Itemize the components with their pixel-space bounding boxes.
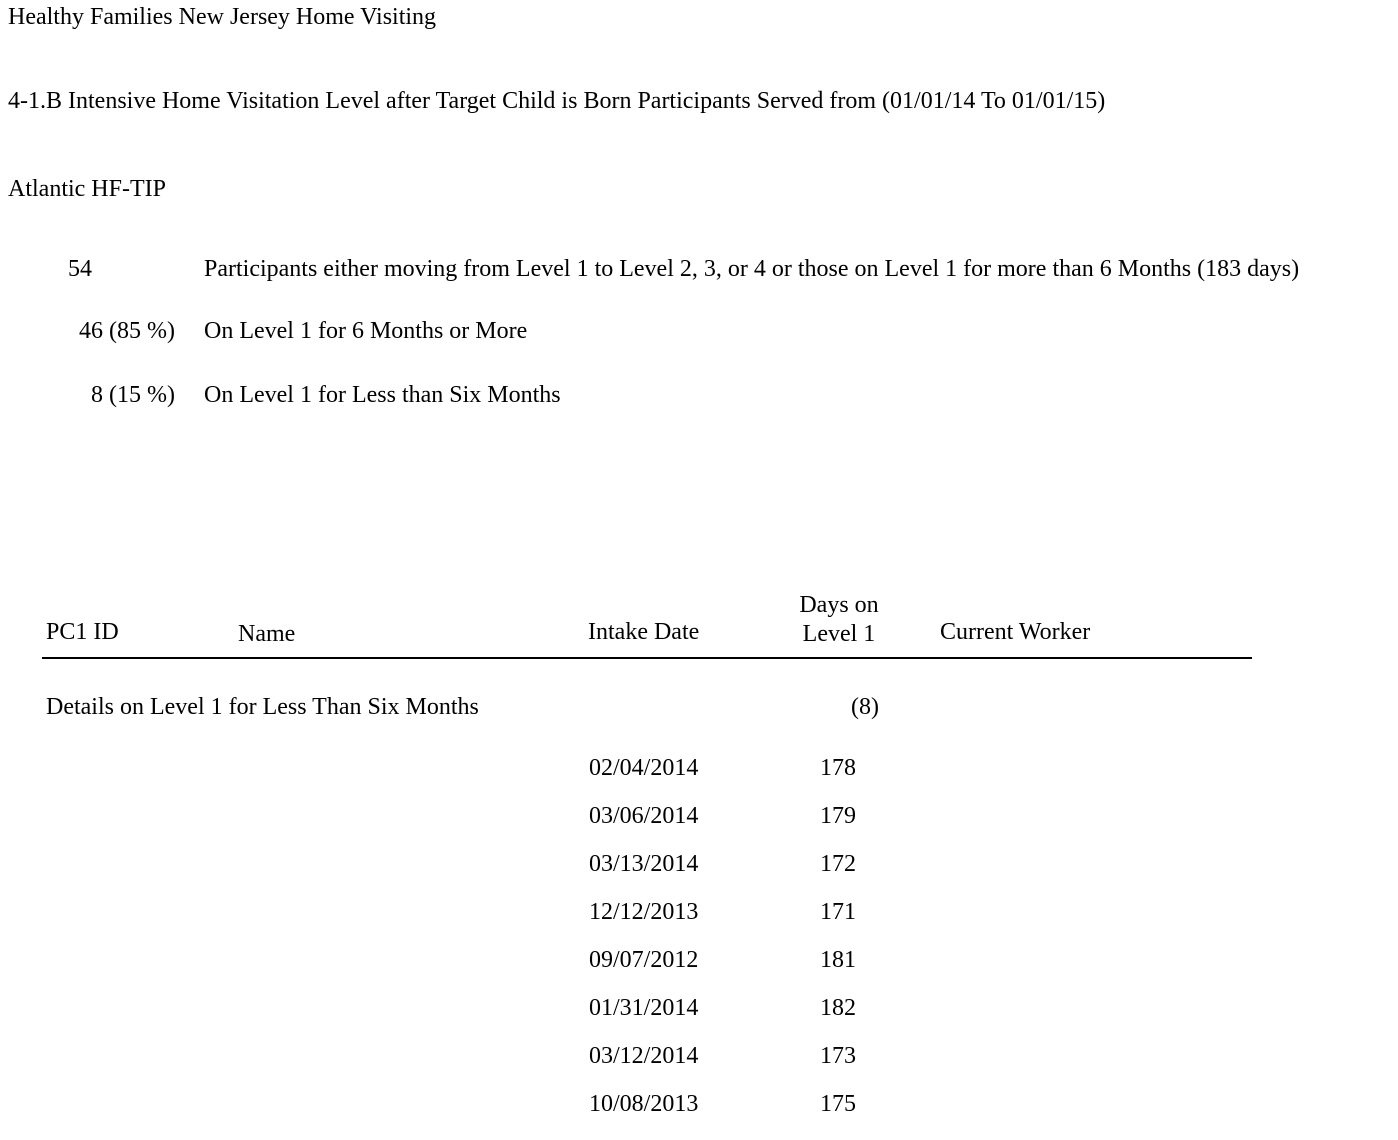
intake-date-cell: 12/12/2013: [589, 899, 699, 925]
days-on-level-1-cell: 173: [820, 1043, 856, 1069]
table-row: 10/08/2013 175: [0, 1092, 1398, 1140]
summary-row-total: 54 Participants either moving from Level…: [0, 257, 1398, 287]
column-header-name: Name: [238, 621, 296, 647]
days-on-level-1-cell: 179: [820, 803, 856, 829]
summary-count: 46 (85 %): [79, 318, 175, 344]
days-on-level-1-cell: 175: [820, 1091, 856, 1117]
table-row: 03/12/2014 173: [0, 1044, 1398, 1092]
group-count: (8): [851, 694, 879, 720]
intake-date-cell: 10/08/2013: [589, 1091, 699, 1117]
header-divider: [42, 657, 1252, 659]
summary-description: On Level 1 for 6 Months or More: [204, 318, 528, 344]
days-on-level-1-cell: 171: [820, 899, 856, 925]
intake-date-cell: 03/13/2014: [589, 851, 699, 877]
summary-row-less-than-six-months: 8 (15 %) On Level 1 for Less than Six Mo…: [0, 383, 1398, 413]
table-row: 01/31/2014 182: [0, 996, 1398, 1044]
group-label: Details on Level 1 for Less Than Six Mon…: [46, 694, 479, 720]
intake-date-cell: 03/06/2014: [589, 803, 699, 829]
table-row: 03/13/2014 172: [0, 852, 1398, 900]
intake-date-cell: 03/12/2014: [589, 1043, 699, 1069]
summary-description: On Level 1 for Less than Six Months: [204, 382, 561, 408]
column-header-intake-date: Intake Date: [588, 619, 700, 645]
summary-row-six-months-or-more: 46 (85 %) On Level 1 for 6 Months or Mor…: [0, 319, 1398, 349]
days-on-level-1-cell: 178: [820, 755, 856, 781]
summary-description: Participants either moving from Level 1 …: [204, 256, 1300, 282]
table-row: 03/06/2014 179: [0, 804, 1398, 852]
intake-date-cell: 09/07/2012: [589, 947, 699, 973]
table-row: 02/04/2014 178: [0, 756, 1398, 804]
organization-title: Healthy Families New Jersey Home Visitin…: [8, 4, 437, 30]
column-header-pc1-id: PC1 ID: [46, 619, 119, 645]
site-name: Atlantic HF-TIP: [8, 176, 166, 202]
column-header-current-worker: Current Worker: [940, 619, 1091, 645]
column-header-days-on-level-1: Days on Level 1: [799, 592, 879, 647]
summary-count: 54: [68, 256, 92, 282]
days-on-level-1-cell: 172: [820, 851, 856, 877]
report-title: 4-1.B Intensive Home Visitation Level af…: [8, 88, 1106, 114]
days-on-level-1-cell: 181: [820, 947, 856, 973]
table-row: 09/07/2012 181: [0, 948, 1398, 996]
intake-date-cell: 01/31/2014: [589, 995, 699, 1021]
intake-date-cell: 02/04/2014: [589, 755, 699, 781]
table-body: 02/04/2014 178 03/06/2014 179 03/13/2014 172 1…: [0, 756, 1398, 1140]
summary-count: 8 (15 %): [91, 382, 175, 408]
days-on-level-1-cell: 182: [820, 995, 856, 1021]
table-row: 12/12/2013 171: [0, 900, 1398, 948]
